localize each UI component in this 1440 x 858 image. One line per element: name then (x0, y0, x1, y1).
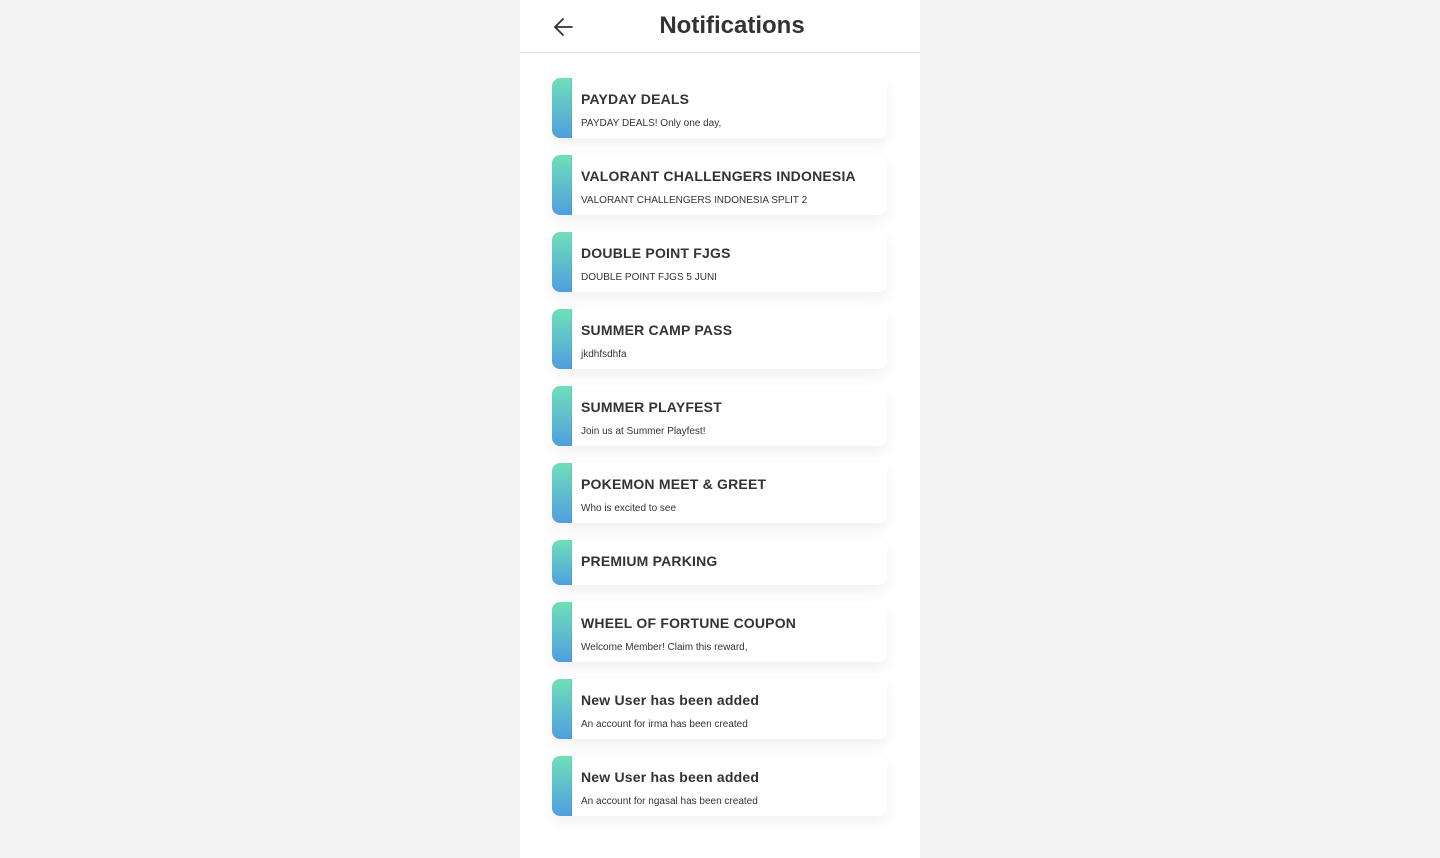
page-title: Notifications (659, 12, 805, 39)
notification-body: VALORANT CHALLENGERS INDONESIA SPLIT 2 (581, 195, 808, 206)
accent-bar (552, 602, 572, 662)
notification-title: DOUBLE POINT FJGS (581, 245, 731, 261)
notifications-screen: Notifications PAYDAY DEALS PAYDAY DEALS!… (520, 0, 920, 858)
accent-bar (552, 232, 572, 292)
notification-card[interactable]: SUMMER CAMP PASS jkdhfsdhfa (552, 309, 887, 369)
accent-bar (552, 78, 572, 138)
header: Notifications (520, 0, 920, 53)
notification-title: SUMMER CAMP PASS (581, 322, 733, 338)
notification-body: Who is excited to see (581, 503, 677, 514)
notification-card[interactable]: POKEMON MEET & GREET Who is excited to s… (552, 463, 887, 523)
notification-card[interactable]: New User has been added An account for i… (552, 679, 887, 739)
accent-bar (552, 463, 572, 523)
notification-card[interactable]: PREMIUM PARKING (552, 540, 887, 585)
notification-body: jkdhfsdhfa (581, 349, 627, 360)
notification-card[interactable]: VALORANT CHALLENGERS INDONESIA VALORANT … (552, 155, 887, 215)
notification-card[interactable]: DOUBLE POINT FJGS DOUBLE POINT FJGS 5 JU… (552, 232, 887, 292)
notification-card[interactable]: PAYDAY DEALS PAYDAY DEALS! Only one day, (552, 78, 887, 138)
notification-card[interactable]: New User has been added An account for n… (552, 756, 887, 816)
notification-title: New User has been added (581, 769, 760, 785)
notification-body: An account for ngasal has been created (581, 796, 758, 807)
accent-bar (552, 155, 572, 215)
accent-bar (552, 540, 572, 585)
notification-card[interactable]: SUMMER PLAYFEST Join us at Summer Playfe… (552, 386, 887, 446)
notification-card[interactable]: WHEEL OF FORTUNE COUPON Welcome Member! … (552, 602, 887, 662)
accent-bar (552, 679, 572, 739)
notification-title: WHEEL OF FORTUNE COUPON (581, 615, 797, 631)
notification-body: PAYDAY DEALS! Only one day, (581, 118, 722, 129)
notification-title: POKEMON MEET & GREET (581, 476, 767, 492)
accent-bar (552, 309, 572, 369)
notification-body: Welcome Member! Claim this reward, (581, 642, 748, 653)
notification-body: DOUBLE POINT FJGS 5 JUNI (581, 272, 717, 283)
notification-body: Join us at Summer Playfest! (581, 426, 706, 437)
notification-list: PAYDAY DEALS PAYDAY DEALS! Only one day,… (552, 78, 887, 833)
notification-title: PAYDAY DEALS (581, 91, 690, 107)
notification-body: An account for irma has been created (581, 719, 748, 730)
notification-title: VALORANT CHALLENGERS INDONESIA (581, 168, 856, 184)
notification-title: SUMMER PLAYFEST (581, 399, 722, 415)
accent-bar (552, 386, 572, 446)
notification-title: New User has been added (581, 692, 760, 708)
accent-bar (552, 756, 572, 816)
notification-title: PREMIUM PARKING (581, 553, 718, 569)
